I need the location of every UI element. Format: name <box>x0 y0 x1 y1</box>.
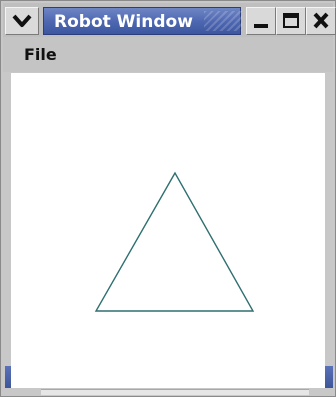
close-icon <box>313 12 329 29</box>
close-button[interactable] <box>306 7 336 35</box>
canvas-bottom-strip <box>11 366 325 388</box>
menu-bar: File <box>3 37 333 72</box>
maximize-button[interactable] <box>276 7 306 35</box>
menu-item-file[interactable]: File <box>24 45 57 65</box>
drawing-surface <box>94 171 255 312</box>
chevron-down-icon <box>12 14 32 27</box>
bottom-resize-edge[interactable] <box>41 389 309 395</box>
maximize-icon <box>283 13 299 28</box>
triangle-shape <box>94 171 255 312</box>
title-texture <box>204 11 242 31</box>
minimize-icon <box>254 24 268 28</box>
title-area[interactable]: Robot Window <box>43 7 242 35</box>
minimize-button[interactable] <box>246 7 276 35</box>
title-bar[interactable]: Robot Window <box>3 3 336 37</box>
robot-window: Robot Window File <box>0 0 336 397</box>
drawing-canvas[interactable] <box>11 73 325 366</box>
window-title: Robot Window <box>54 12 193 32</box>
window-menu-button[interactable] <box>5 7 39 35</box>
